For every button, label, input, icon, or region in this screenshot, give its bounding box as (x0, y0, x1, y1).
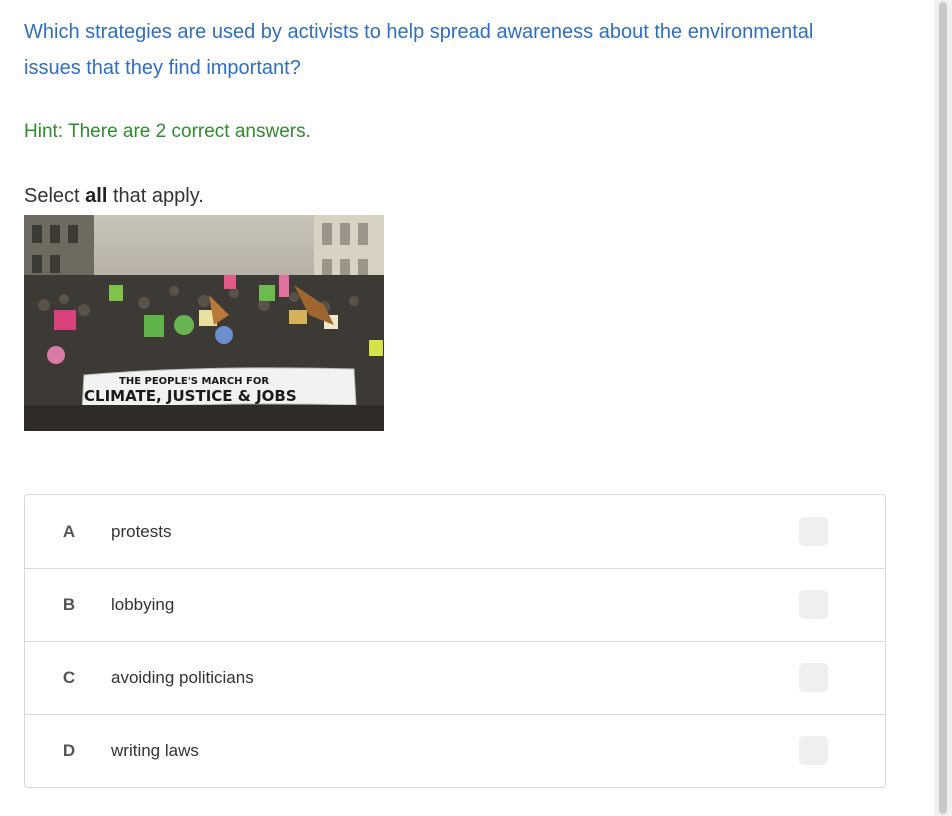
choice-label: lobbying (111, 595, 175, 614)
question-line-2: issues that they find important? (24, 57, 301, 79)
choice-letter: C (62, 668, 76, 687)
choice-b[interactable]: B lobbying (25, 568, 885, 642)
question-line-1: Which strategies are used by activists t… (24, 21, 814, 43)
choice-letter: D (62, 741, 76, 760)
quiz-page: Which strategies are used by activists t… (0, 0, 952, 816)
choice-c[interactable]: C avoiding politicians (25, 641, 885, 715)
question-text: Which strategies are used by activists t… (24, 14, 854, 86)
choices-list: A protests B lobbying C avoiding politic… (24, 494, 886, 788)
choice-label: avoiding politicians (111, 668, 254, 687)
checkbox[interactable] (799, 663, 828, 692)
banner-top-text: THE PEOPLE'S MARCH FOR (119, 376, 269, 387)
banner-bottom-text: CLIMATE, JUSTICE & JOBS (84, 387, 297, 405)
checkbox[interactable] (799, 736, 828, 765)
protest-photo-illustration: THE PEOPLE'S MARCH FOR CLIMATE, JUSTICE … (24, 215, 384, 431)
choice-label: writing laws (111, 741, 199, 760)
checkbox[interactable] (799, 517, 828, 546)
choice-letter: B (62, 595, 76, 614)
choice-d[interactable]: D writing laws (25, 714, 885, 787)
scrollbar-thumb[interactable] (939, 2, 947, 814)
choice-label: protests (111, 522, 172, 541)
hint-text: Hint: There are 2 correct answers. (24, 121, 311, 142)
choice-a[interactable]: A protests (25, 495, 885, 569)
protest-photo: THE PEOPLE'S MARCH FOR CLIMATE, JUSTICE … (24, 215, 384, 431)
choice-letter: A (62, 522, 76, 541)
checkbox[interactable] (799, 590, 828, 619)
instruction-suffix: that apply. (107, 185, 204, 207)
instruction-text: Select all that apply. (24, 181, 204, 211)
instruction-bold: all (85, 185, 108, 207)
instruction-prefix: Select (24, 185, 86, 207)
